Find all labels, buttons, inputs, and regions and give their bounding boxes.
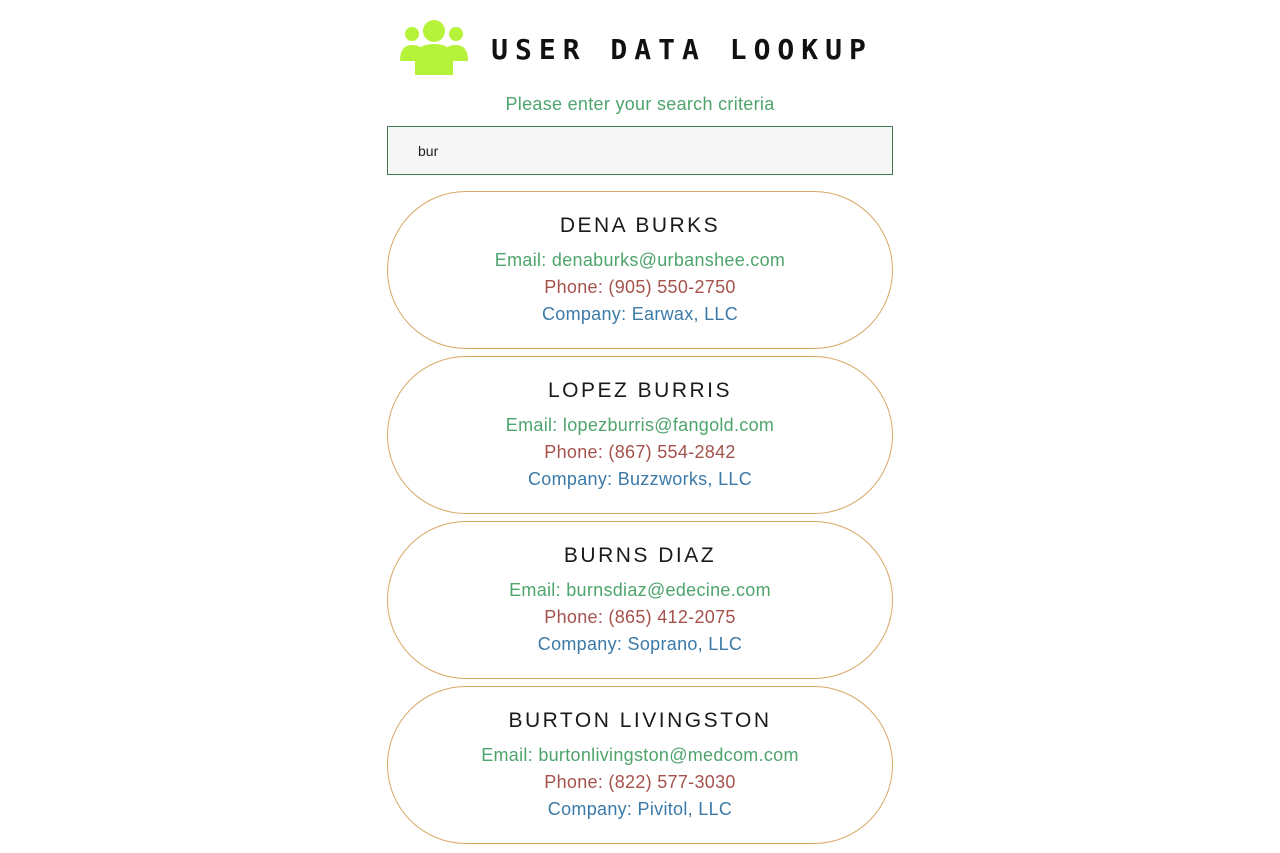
email-label: Email: xyxy=(509,580,567,600)
company-label: Company: xyxy=(541,304,632,324)
phone-label: Phone: xyxy=(544,772,609,792)
user-name: BURNS DIAZ xyxy=(563,544,717,567)
company-value: Buzzworks, LLC xyxy=(617,469,752,489)
search-input[interactable] xyxy=(387,126,893,175)
user-phone: Phone: (905) 550-2750 xyxy=(388,274,892,301)
search-prompt: Please enter your search criteria xyxy=(505,94,775,114)
email-value: lopezburris@fangold.com xyxy=(562,415,775,435)
users-group-icon xyxy=(400,20,469,75)
user-company: Company: Pivitol, LLC xyxy=(388,796,892,823)
company-value: Soprano, LLC xyxy=(627,634,743,654)
phone-value: (905) 550-2750 xyxy=(608,277,736,297)
user-company: Company: Soprano, LLC xyxy=(388,631,892,658)
phone-label: Phone: xyxy=(544,442,609,462)
phone-label: Phone: xyxy=(544,277,609,297)
user-email: Email: burnsdiaz@edecine.com xyxy=(388,577,892,604)
phone-value: (822) 577-3030 xyxy=(608,772,736,792)
user-email: Email: lopezburris@fangold.com xyxy=(388,412,892,439)
results-list: DENA BURKS Email: denaburks@urbanshee.co… xyxy=(387,191,893,851)
page-title: USER DATA LOOKUP xyxy=(491,32,873,66)
user-card: BURNS DIAZ Email: burnsdiaz@edecine.com … xyxy=(387,521,893,679)
email-label: Email: xyxy=(505,415,563,435)
company-label: Company: xyxy=(547,799,638,819)
phone-value: (867) 554-2842 xyxy=(608,442,736,462)
phone-value: (865) 412-2075 xyxy=(608,607,736,627)
user-phone: Phone: (867) 554-2842 xyxy=(388,439,892,466)
email-value: burnsdiaz@edecine.com xyxy=(566,580,771,600)
user-name: LOPEZ BURRIS xyxy=(547,379,733,402)
user-name: BURTON LIVINGSTON xyxy=(508,709,772,732)
user-phone: Phone: (822) 577-3030 xyxy=(388,769,892,796)
user-card: LOPEZ BURRIS Email: lopezburris@fangold.… xyxy=(387,356,893,514)
user-company: Company: Buzzworks, LLC xyxy=(388,466,892,493)
company-value: Pivitol, LLC xyxy=(637,799,733,819)
email-label: Email: xyxy=(481,745,539,765)
company-label: Company: xyxy=(528,469,618,489)
company-value: Earwax, LLC xyxy=(631,304,739,324)
user-email: Email: burtonlivingston@medcom.com xyxy=(388,742,892,769)
user-name: DENA BURKS xyxy=(559,214,721,237)
email-value: burtonlivingston@medcom.com xyxy=(538,745,799,765)
user-card: BURTON LIVINGSTON Email: burtonlivingsto… xyxy=(387,686,893,844)
user-phone: Phone: (865) 412-2075 xyxy=(388,604,892,631)
user-email: Email: denaburks@urbanshee.com xyxy=(388,247,892,274)
user-card: DENA BURKS Email: denaburks@urbanshee.co… xyxy=(387,191,893,349)
company-label: Company: xyxy=(537,634,628,654)
email-label: Email: xyxy=(494,250,552,270)
email-value: denaburks@urbanshee.com xyxy=(551,250,786,270)
phone-label: Phone: xyxy=(544,607,609,627)
user-company: Company: Earwax, LLC xyxy=(388,301,892,328)
app-header: USER DATA LOOKUP xyxy=(0,14,1280,78)
